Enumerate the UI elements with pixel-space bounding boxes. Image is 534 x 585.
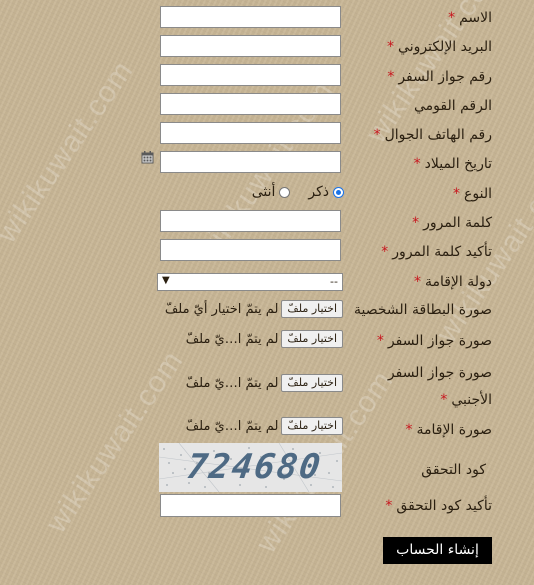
required-mark: * [405,422,413,438]
foreign-passport-file-button[interactable]: اختيار ملفّ [281,374,343,392]
national-id-input[interactable] [160,93,341,115]
required-mark: * [385,498,393,514]
passport-file-input[interactable]: اختيار ملفّ لم يتمّ ا…يّ ملفّ [186,330,343,348]
gender-radio-group: ذكر أنثى [252,184,344,200]
residence-image-label: صورة الإقامة* [405,422,492,438]
name-label: الاسم* [448,10,492,26]
id-card-file-button[interactable]: اختيار ملفّ [281,300,343,318]
gender-male-radio[interactable] [333,186,344,198]
calendar-icon[interactable] [141,151,154,164]
name-input[interactable] [160,6,341,28]
chevron-down-icon: ▼ [162,275,170,286]
password-input[interactable] [160,210,341,232]
gender-female-radio[interactable] [279,186,291,198]
required-mark: * [381,244,389,260]
confirm-captcha-label: تأكيد كود التحقق* [385,498,492,514]
passport-number-label: رقم جواز السفر* [387,69,492,85]
dob-input[interactable] [160,151,341,173]
gender-female-label: أنثى [251,184,276,200]
required-mark: * [453,186,461,202]
residence-file-button[interactable]: اختيار ملفّ [281,417,343,435]
watermark-text: wikikuwait.com [0,54,140,249]
confirm-password-input[interactable] [160,239,341,261]
passport-file-button[interactable]: اختيار ملفّ [281,330,343,348]
required-mark: * [376,333,384,349]
dob-label: تاريخ الميلاد* [413,156,492,172]
residence-country-value: -- [330,275,338,288]
foreign-passport-image-label: صورة جواز السفر [387,365,492,381]
mobile-label: رقم الهاتف الجوال* [373,127,492,143]
residence-country-select[interactable]: -- ▼ [157,273,343,291]
passport-number-input[interactable] [160,64,341,86]
id-card-file-status: لم يتمّ اختيار أيّ ملفّ [164,301,279,317]
captcha-text: 724680 [184,447,325,487]
mobile-input[interactable] [160,122,341,144]
passport-image-label: صورة جواز السفر* [376,333,492,349]
foreign-passport-image-label-2: الأجنبي* [440,392,492,408]
residence-country-label: دولة الإقامة* [413,274,492,290]
id-card-image-label: صورة البطاقة الشخصية [354,302,492,318]
foreign-passport-file-status: لم يتمّ ا…يّ ملفّ [185,375,279,391]
id-card-file-input[interactable]: اختيار ملفّ لم يتمّ اختيار أيّ ملفّ [165,300,343,318]
required-mark: * [387,69,395,85]
passport-file-status: لم يتمّ ا…يّ ملفّ [185,331,279,347]
required-mark: * [387,39,395,55]
captcha-label: كود التحقق [421,462,486,478]
required-mark: * [440,392,448,408]
gender-male-label: ذكر [308,184,329,200]
email-label: البريد الإلكتروني* [387,39,492,55]
required-mark: * [413,156,421,172]
national-id-label: الرقم القومي [414,98,492,114]
email-input[interactable] [160,35,341,57]
create-account-button[interactable]: إنشاء الحساب [383,537,492,564]
residence-file-input[interactable]: اختيار ملفّ لم يتمّ ا…يّ ملفّ [186,417,343,435]
required-mark: * [448,10,456,26]
required-mark: * [412,215,420,231]
confirm-password-label: تأكيد كلمة المرور* [381,244,492,260]
residence-file-status: لم يتمّ ا…يّ ملفّ [185,418,279,434]
gender-label: النوع* [453,186,492,202]
foreign-passport-file-input[interactable]: اختيار ملفّ لم يتمّ ا…يّ ملفّ [186,374,343,392]
password-label: كلمة المرور* [412,215,492,231]
required-mark: * [413,274,421,290]
required-mark: * [373,127,381,143]
captcha-image: 724680 [159,443,342,492]
confirm-captcha-input[interactable] [160,494,341,517]
